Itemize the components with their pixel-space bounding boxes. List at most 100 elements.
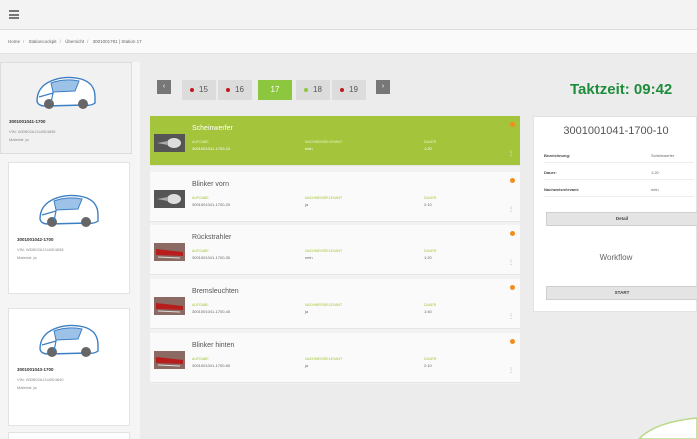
task-dauer: 1:20 [424, 146, 432, 151]
detail-value: Scheinwerfer [651, 153, 675, 158]
task-code: 3001001041-1700-50 [192, 363, 231, 368]
task-label: NACHWEISRELEVANT [305, 303, 343, 307]
workflow-label: Workflow [599, 253, 633, 262]
top-bar [0, 0, 697, 30]
headlight-icon [154, 190, 185, 208]
vehicle-id: 3001001042-1700 [17, 237, 54, 242]
vehicle-material: Material: ja [17, 385, 37, 390]
task-title: Blinker vorn [192, 181, 229, 188]
task-label: DAUER [424, 303, 437, 307]
detail-key: Nachweisrelevant: [544, 187, 580, 192]
more-icon[interactable]: ⋮ [508, 150, 514, 157]
task-dauer: 2:10 [424, 202, 432, 207]
task-nachweis: nein [305, 255, 313, 260]
breadcrumb-stationcockpit[interactable]: Stationcockpit [29, 39, 57, 44]
detail-key: Bezeichnung: [544, 153, 571, 158]
task-nachweis: ja [305, 202, 309, 207]
car-icon [39, 194, 99, 227]
taillight-icon [154, 297, 185, 315]
next-station-button[interactable]: › [376, 80, 390, 94]
task-title: Blinker hinten [192, 342, 235, 349]
vehicle-card-2[interactable]: 3001001042-1700 VIN: WDB02AJ1U6D4838 Mat… [8, 162, 130, 294]
task-label: NACHWEISRELEVANT [305, 357, 343, 361]
task-label: AUFGABE [192, 249, 209, 253]
detail-button[interactable]: Detail [546, 212, 697, 226]
task-label: DAUER [424, 140, 437, 144]
detail-row-dauer: Dauer: 1:20 [544, 170, 694, 180]
status-dot-icon [226, 87, 231, 92]
detail-title: 3001001041-1700-10 [563, 125, 669, 137]
vehicle-card-4-partial[interactable] [8, 432, 130, 439]
task-row[interactable]: Rückstrahler AUFGABE 3001001041-1700-30 … [150, 225, 520, 275]
status-dot-icon [304, 87, 309, 92]
task-label: AUFGABE [192, 357, 209, 361]
status-dot-icon [510, 285, 515, 290]
task-label: AUFGABE [192, 303, 209, 307]
vehicle-vin: VIN: WDB02AJ1U6D4840 [17, 377, 64, 382]
status-dot-icon [190, 87, 195, 92]
task-title: Rückstrahler [192, 234, 232, 241]
task-code: 3001001041-1700-20 [192, 202, 231, 207]
task-dauer: 2:10 [424, 363, 432, 368]
vehicle-id: 3001001041-1700 [9, 119, 46, 124]
vehicle-material: Material: ja [9, 137, 29, 142]
task-code: 3001001041-1700-10 [192, 146, 231, 151]
detail-row-bezeichnung: Bezeichnung: Scheinwerfer [544, 153, 694, 163]
more-icon[interactable]: ⋮ [508, 367, 514, 374]
takt-time: Taktzeit: 09:42 [570, 81, 673, 98]
status-dot-icon [510, 122, 515, 127]
vehicle-card-1[interactable]: 3001001041-1700 VIN: WDB02AJ1U6D4836 Mat… [0, 62, 132, 154]
taillight-icon [154, 351, 185, 369]
start-button[interactable]: START [546, 286, 697, 300]
task-label: DAUER [424, 196, 437, 200]
task-dauer: 1:20 [424, 255, 432, 260]
breadcrumb-overview[interactable]: Übersicht [65, 39, 84, 44]
task-nachweis: ja [305, 309, 309, 314]
vehicle-id: 3001001043-1700 [17, 367, 54, 372]
task-code: 3001001041-1700-30 [192, 255, 231, 260]
task-title: Bremsleuchten [192, 288, 239, 295]
prev-station-button[interactable]: ‹ [157, 80, 171, 94]
task-dauer: 1:40 [424, 309, 432, 314]
task-row[interactable]: Scheinwerfer AUFGABE 3001001041-1700-10 … [150, 116, 520, 166]
task-label: DAUER [424, 357, 437, 361]
task-detail-panel: 3001001041-1700-10 Bezeichnung: Scheinwe… [533, 116, 697, 312]
headlight-icon [154, 134, 185, 152]
task-title: Scheinwerfer [192, 125, 233, 132]
task-label: NACHWEISRELEVANT [305, 249, 343, 253]
car-icon [36, 76, 96, 109]
detail-key: Dauer: [544, 170, 557, 175]
corner-decoration [637, 417, 697, 439]
more-icon[interactable]: ⋮ [508, 206, 514, 213]
status-dot-icon [510, 178, 515, 183]
status-dot-icon [510, 231, 515, 236]
task-row[interactable]: Bremsleuchten AUFGABE 3001001041-1700-40… [150, 279, 520, 329]
station-19[interactable]: 19 [332, 80, 366, 100]
task-code: 3001001041-1700-40 [192, 309, 231, 314]
task-row[interactable]: Blinker hinten AUFGABE 3001001041-1700-5… [150, 333, 520, 383]
breadcrumb: Home / Stationcockpit / Übersicht/ 3001001… [0, 30, 697, 54]
vehicle-material: Material: ja [17, 255, 37, 260]
vehicle-vin: VIN: WDB02AJ1U6D4836 [9, 129, 56, 134]
station-15[interactable]: 15 [182, 80, 216, 100]
task-list: Scheinwerfer AUFGABE 3001001041-1700-10 … [150, 116, 520, 384]
vehicle-card-3[interactable]: 3001001043-1700 VIN: WDB02AJ1U6D4840 Mat… [8, 308, 130, 426]
car-icon [39, 324, 99, 357]
task-label: AUFGABE [192, 196, 209, 200]
task-row[interactable]: Blinker vorn AUFGABE 3001001041-1700-20 … [150, 172, 520, 222]
more-icon[interactable]: ⋮ [508, 259, 514, 266]
task-label: NACHWEISRELEVANT [305, 140, 343, 144]
vehicle-vin: VIN: WDB02AJ1U6D4838 [17, 247, 64, 252]
task-label: NACHWEISRELEVANT [305, 196, 343, 200]
task-label: AUFGABE [192, 140, 209, 144]
station-18[interactable]: 18 [296, 80, 330, 100]
menu-icon[interactable] [9, 10, 19, 19]
vehicle-sidebar: 3001001041-1700 VIN: WDB02AJ1U6D4836 Mat… [0, 62, 140, 439]
task-nachweis: ja [305, 363, 309, 368]
status-dot-icon [340, 87, 345, 92]
station-17-current[interactable]: 17 [258, 80, 292, 100]
taillight-icon [154, 243, 185, 261]
breadcrumb-home[interactable]: Home [8, 39, 20, 44]
more-icon[interactable]: ⋮ [508, 313, 514, 320]
station-16[interactable]: 16 [218, 80, 252, 100]
